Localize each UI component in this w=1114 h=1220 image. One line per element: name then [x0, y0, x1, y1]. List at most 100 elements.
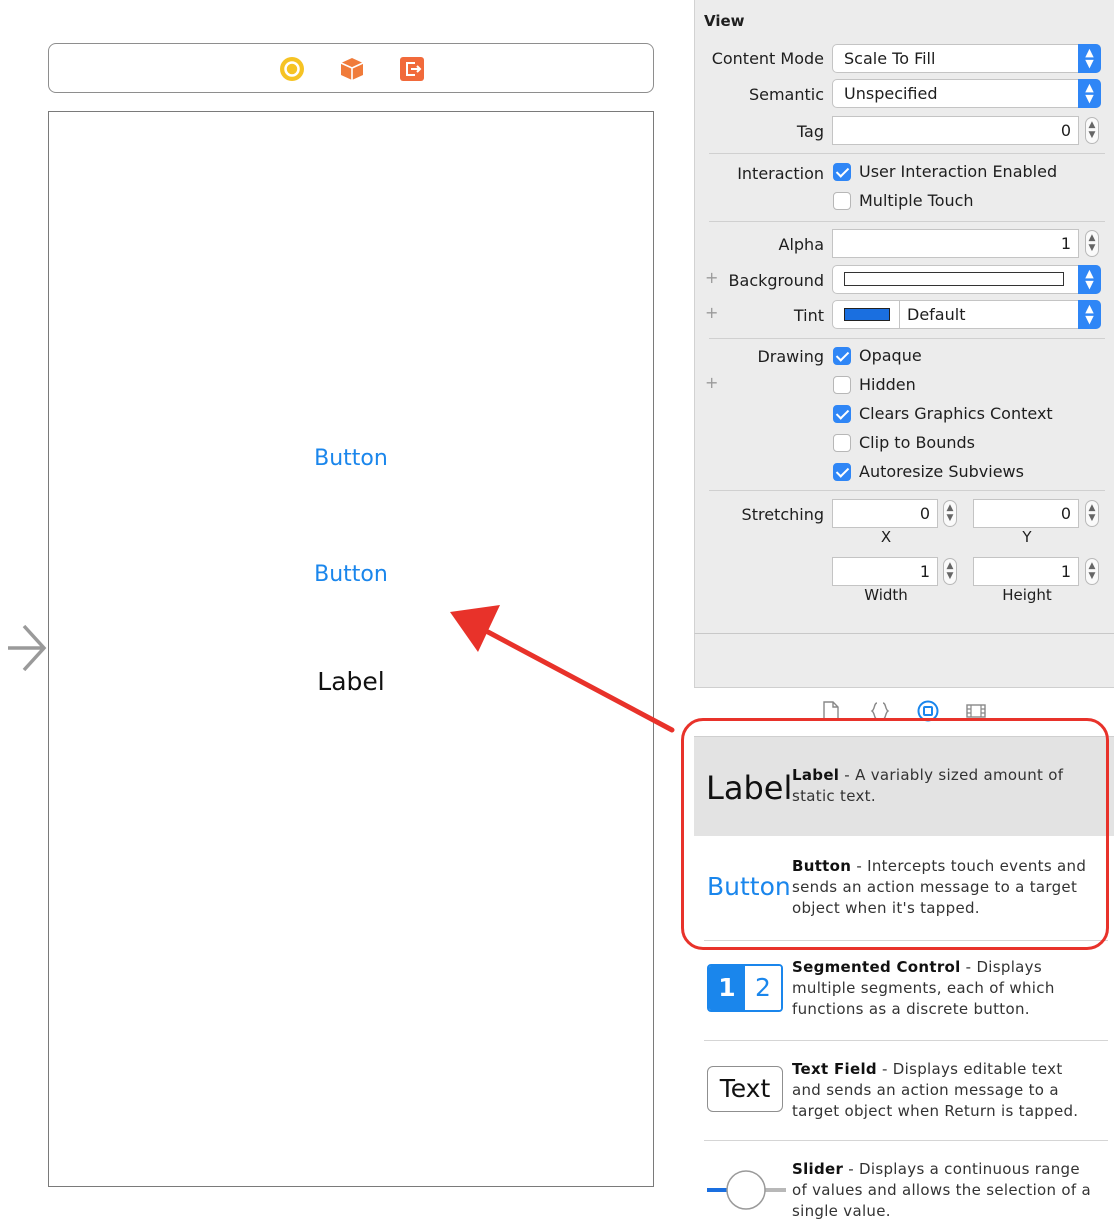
stretching-label: Stretching [741, 505, 824, 524]
stretching-width-stepper[interactable]: ▲ ▼ [943, 558, 957, 585]
library-item-description: Slider - Displays a continuous range of … [792, 1159, 1092, 1220]
checkbox-label: Opaque [859, 346, 922, 365]
alpha-label: Alpha [778, 235, 825, 254]
tag-field[interactable]: 0 [832, 116, 1079, 145]
divider [709, 338, 1105, 339]
braces-icon[interactable] [869, 700, 891, 722]
stretching-x-caption: X [880, 528, 892, 546]
library-item-slider[interactable]: Slider - Displays a continuous range of … [694, 1152, 1114, 1220]
checkbox-checked[interactable] [833, 163, 851, 181]
add-variation-plus-icon[interactable]: + [705, 268, 718, 287]
segment-1: 1 [709, 966, 745, 1010]
popup-divider [899, 301, 900, 328]
stretching-height-caption: Height [1002, 586, 1052, 604]
exit-icon[interactable] [399, 56, 425, 82]
checkbox-label: Hidden [859, 375, 916, 394]
popup-chevron-icon: ▲ ▼ [1078, 265, 1101, 294]
button-preview: Button [707, 872, 791, 901]
add-variation-plus-icon[interactable]: + [705, 303, 718, 322]
library-item-name: Button [792, 857, 852, 875]
drawing-label: Drawing [757, 347, 824, 366]
checkbox-label: Multiple Touch [859, 191, 974, 210]
divider [709, 221, 1105, 222]
text-field-preview: Text [707, 1066, 783, 1112]
list-separator [704, 1040, 1108, 1041]
library-item-segmented-control[interactable]: 1 2 Segmented Control - Displays multipl… [694, 951, 1114, 1040]
object-icon[interactable] [917, 700, 939, 722]
stretching-height-field[interactable]: 1 [973, 557, 1079, 586]
semantic-label: Semantic [748, 85, 824, 104]
semantic-popup[interactable]: Unspecified ▲ ▼ [832, 79, 1101, 108]
segment-2: 2 [745, 966, 781, 1010]
canvas-button[interactable]: Button [49, 446, 653, 471]
checkbox-label: User Interaction Enabled [859, 162, 1058, 181]
checkbox-unchecked[interactable] [833, 376, 851, 394]
content-mode-value: Scale To Fill [844, 49, 936, 68]
background-label: Background [728, 271, 824, 290]
checkbox-unchecked[interactable] [833, 192, 851, 210]
label-preview: Label [706, 769, 793, 807]
stretching-x-stepper[interactable]: ▲ ▼ [943, 500, 957, 527]
stretching-width-caption: Width [864, 586, 908, 604]
content-mode-label: Content Mode [711, 49, 824, 68]
canvas-button[interactable]: Button [49, 562, 653, 587]
checkbox-unchecked[interactable] [833, 434, 851, 452]
library-item-description: Button - Intercepts touch events and sen… [792, 856, 1092, 919]
library-item-name: Segmented Control [792, 958, 961, 976]
checkbox-checked[interactable] [833, 463, 851, 481]
alpha-value: 1 [1060, 234, 1071, 253]
library-item-description: Segmented Control - Displays multiple se… [792, 957, 1092, 1020]
library-item-name: Text Field [792, 1060, 877, 1078]
tag-value: 0 [1060, 121, 1071, 140]
background-color-swatch [844, 272, 1064, 286]
semantic-value: Unspecified [844, 84, 938, 103]
stretching-x-field[interactable]: 0 [832, 499, 938, 528]
media-icon[interactable] [965, 700, 987, 722]
file-icon[interactable] [820, 700, 842, 722]
stretching-height-value: 1 [1060, 562, 1071, 581]
view-controller-scene[interactable]: Button Button Label [48, 111, 654, 1187]
popup-chevron-icon: ▲ ▼ [1078, 44, 1101, 73]
checkbox-label: Clip to Bounds [859, 433, 975, 452]
checkbox-label: Autoresize Subviews [859, 462, 1024, 481]
entry-point-arrow-icon [8, 624, 47, 672]
stretching-width-field[interactable]: 1 [832, 557, 938, 586]
tint-color-popup[interactable]: Default ▲ ▼ [832, 300, 1101, 329]
attributes-inspector: View Content Mode Scale To Fill ▲ ▼ Seman… [694, 0, 1114, 634]
tag-label: Tag [796, 122, 824, 141]
segmented-control-preview: 1 2 [707, 964, 783, 1012]
first-responder-icon[interactable] [339, 56, 365, 82]
popup-chevron-icon: ▲ ▼ [1078, 300, 1101, 329]
content-mode-popup[interactable]: Scale To Fill ▲ ▼ [832, 44, 1101, 73]
scene-dock [48, 43, 654, 93]
section-title: View [704, 12, 745, 30]
stretching-y-field[interactable]: 0 [973, 499, 1079, 528]
checkbox-checked[interactable] [833, 347, 851, 365]
checkbox-checked[interactable] [833, 405, 851, 423]
library-item-name: Slider [792, 1160, 844, 1178]
interaction-label: Interaction [737, 164, 824, 183]
library-item-button[interactable]: Button Button - Intercepts touch events … [694, 836, 1114, 940]
tag-stepper[interactable]: ▲ ▼ [1085, 117, 1099, 144]
alpha-field[interactable]: 1 [832, 229, 1079, 258]
divider [709, 490, 1105, 491]
tint-value: Default [907, 305, 966, 324]
background-color-popup[interactable]: ▲ ▼ [832, 265, 1101, 294]
tint-color-swatch [844, 308, 890, 321]
add-variation-plus-icon[interactable]: + [705, 373, 718, 392]
inspector-footer [694, 634, 1114, 688]
stretching-y-value: 0 [1060, 504, 1071, 523]
library-item-label[interactable]: Label Label - A variably sized amount of… [694, 736, 1114, 836]
library-item-text-field[interactable]: Text Text Field - Displays editable text… [694, 1052, 1114, 1140]
slider-preview [707, 1170, 786, 1210]
tint-label: Tint [793, 306, 824, 325]
stretching-height-stepper[interactable]: ▲ ▼ [1085, 558, 1099, 585]
alpha-stepper[interactable]: ▲ ▼ [1085, 230, 1099, 257]
list-separator [704, 1140, 1108, 1141]
canvas-label[interactable]: Label [49, 667, 653, 696]
view-controller-icon[interactable] [279, 56, 305, 82]
library-item-name: Label [792, 766, 840, 784]
checkbox-label: Clears Graphics Context [859, 404, 1053, 423]
popup-chevron-icon: ▲ ▼ [1078, 79, 1101, 108]
stretching-y-stepper[interactable]: ▲ ▼ [1085, 500, 1099, 527]
